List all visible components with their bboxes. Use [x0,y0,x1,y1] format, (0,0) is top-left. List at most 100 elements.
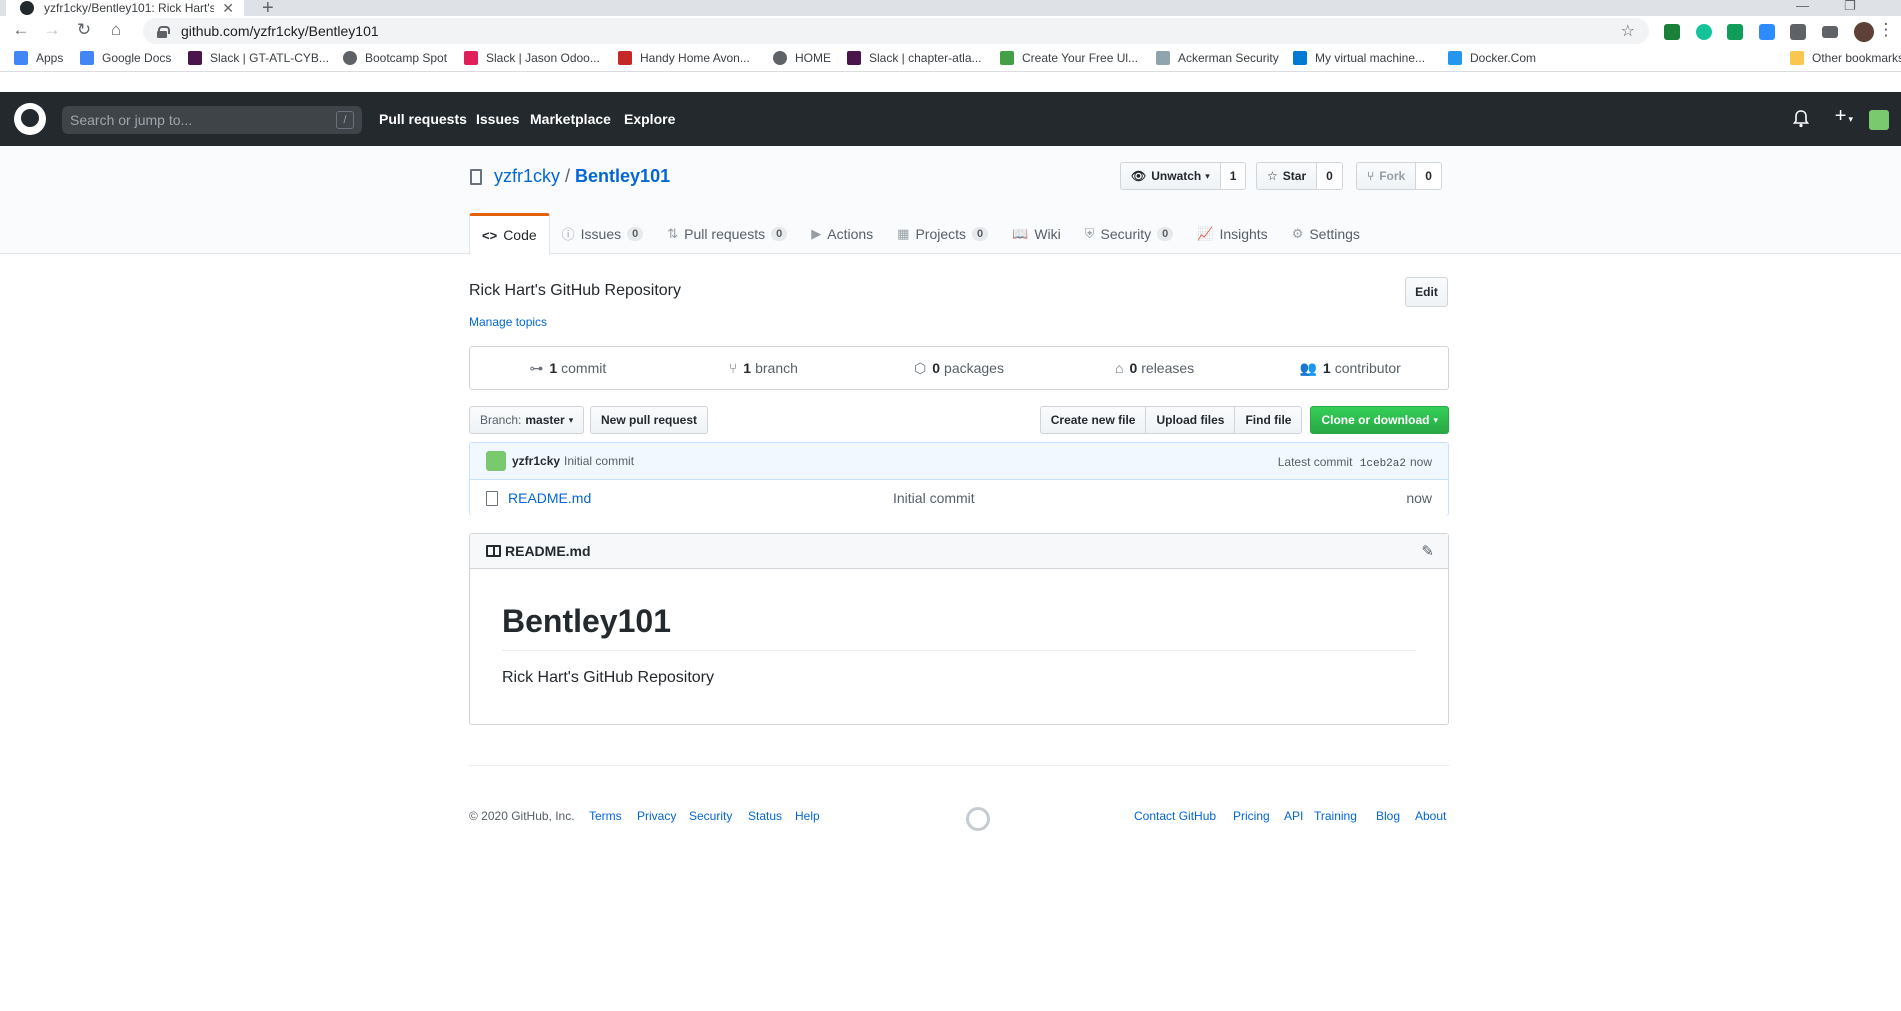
tab-security[interactable]: ⛨ Security 0 [1073,213,1185,254]
find-file-button[interactable]: Find file [1235,406,1303,434]
summary-releases[interactable]: ⌂ 0 releases [1057,347,1253,389]
media-queue-icon[interactable] [1822,26,1838,38]
bookmark-virtual-machine[interactable]: My virtual machine... [1293,51,1425,65]
bookmark-ackerman[interactable]: Ackerman Security [1156,51,1279,65]
address-bar[interactable]: github.com/yzfr1cky/Bentley101 ☆ [143,18,1649,44]
zoom-extension-icon[interactable] [1759,24,1775,40]
footer-link-contact[interactable]: Contact GitHub [1134,809,1216,823]
commit-author-avatar[interactable] [486,451,506,471]
footer-link-api[interactable]: API [1284,809,1303,823]
bookmark-star-icon[interactable]: ☆ [1621,21,1635,41]
minimize-icon[interactable]: — [1796,0,1809,13]
watch-count[interactable]: 1 [1220,162,1247,190]
footer-copyright: © 2020 GitHub, Inc. [469,809,575,823]
commit-author-link[interactable]: yzfr1cky [512,454,560,468]
footer-link-privacy[interactable]: Privacy [637,809,676,823]
repo-name-link[interactable]: Bentley101 [575,166,670,187]
bookmark-slack-gt[interactable]: Slack | GT-ATL-CYB... [188,51,329,65]
readme-heading: Bentley101 [502,603,1416,651]
fork-count[interactable]: 0 [1416,162,1442,190]
manage-topics-link[interactable]: Manage topics [469,315,547,329]
home-icon[interactable]: ⌂ [105,19,127,41]
commit-sha-link[interactable]: 1ceb2a2 [1360,458,1406,470]
commit-message-link[interactable]: Initial commit [564,454,634,468]
footer-link-status[interactable]: Status [748,809,782,823]
footer-link-help[interactable]: Help [795,809,820,823]
tab-close-icon[interactable]: ✕ [222,0,234,17]
github-logo-icon[interactable] [14,103,46,135]
footer-link-training[interactable]: Training [1314,809,1357,823]
bookmark-home[interactable]: HOME [773,51,831,65]
fork-icon: ⑂ [1367,169,1375,183]
tab-insights[interactable]: 📈 Insights [1185,213,1279,254]
summary-packages[interactable]: ⬡ 0 packages [861,347,1057,389]
grammarly-extension-icon[interactable] [1696,24,1712,40]
pencil-edit-icon[interactable]: ✎ [1421,542,1434,560]
nav-explore[interactable]: Explore [624,111,675,127]
fork-button[interactable]: ⑂ Fork [1356,162,1417,190]
tab-actions[interactable]: ▶ Actions [799,213,885,254]
gear-icon: ⚙ [1291,225,1304,241]
tab-wiki[interactable]: 📖 Wiki [1000,213,1073,254]
browser-menu-icon[interactable]: ⋮ [1878,19,1895,41]
sheets-extension-icon[interactable] [1727,24,1743,40]
file-name-link[interactable]: README.md [508,490,591,506]
profile-avatar[interactable] [1854,22,1874,42]
tab-issues[interactable]: ⓘ Issues 0 [550,213,656,254]
summary-contributors[interactable]: 👥 1 contributor [1252,347,1448,389]
check-extension-icon[interactable] [1664,24,1680,40]
bookmark-handy-home[interactable]: Handy Home Avon... [618,51,750,65]
bookmark-create-ui[interactable]: Create Your Free Ul... [1000,51,1138,65]
upload-files-button[interactable]: Upload files [1146,406,1236,434]
summary-commits[interactable]: ⊶ 1 commit [470,347,666,389]
forward-icon[interactable]: → [41,19,63,41]
github-footer-logo-icon[interactable] [966,807,990,831]
slash-shortcut: / [336,111,354,129]
tab-projects[interactable]: ▦ Projects 0 [885,213,1000,254]
bookmark-slack-chapter[interactable]: Slack | chapter-atla... [847,51,982,65]
footer-link-about[interactable]: About [1415,809,1446,823]
bookmark-label: Google Docs [102,51,172,65]
github-header: / Pull requests Issues Marketplace Explo… [0,92,1901,146]
footer-link-pricing[interactable]: Pricing [1233,809,1270,823]
reload-icon[interactable]: ↻ [73,19,95,41]
browser-tab[interactable]: yzfr1cky/Bentley101: Rick Hart's G ✕ [6,0,244,16]
branch-select-button[interactable]: Branch: master ▾ [469,406,585,434]
extensions-puzzle-icon[interactable] [1790,24,1806,40]
bookmark-apps[interactable]: Apps [14,51,63,65]
search-input[interactable] [70,112,330,128]
tab-code[interactable]: <> Code [469,213,550,255]
footer-link-blog[interactable]: Blog [1376,809,1400,823]
user-avatar[interactable] [1869,110,1889,130]
readme-paragraph: Rick Hart's GitHub Repository [502,669,714,686]
globe-icon [773,51,787,65]
create-new-plus-icon[interactable]: + ▾ [1835,105,1853,128]
file-commit-message[interactable]: Initial commit [893,490,975,506]
search-box[interactable]: / [62,106,362,134]
nav-issues[interactable]: Issues [476,111,520,127]
star-button[interactable]: ☆ Star [1256,162,1318,190]
shield-icon: ⛨ [1084,225,1095,241]
repo-owner-link[interactable]: yzfr1cky [494,166,560,187]
bookmark-bootcamp-spot[interactable]: Bootcamp Spot [343,51,447,65]
bookmark-other[interactable]: Other bookmarks [1790,51,1901,65]
bookmark-slack-jason[interactable]: Slack | Jason Odoo... [464,51,600,65]
star-count[interactable]: 0 [1317,162,1343,190]
new-pull-request-button[interactable]: New pull request [590,406,709,434]
back-icon[interactable]: ← [10,19,32,41]
clone-or-download-button[interactable]: Clone or download ▾ [1310,406,1449,434]
summary-branches[interactable]: ⑂ 1 branch [666,347,862,389]
edit-description-button[interactable]: Edit [1405,277,1448,307]
footer-link-terms[interactable]: Terms [589,809,622,823]
restore-icon[interactable]: ❐ [1844,0,1856,14]
tab-pull-requests[interactable]: ⇅ Pull requests 0 [655,213,799,254]
notifications-bell-icon[interactable] [1793,110,1809,128]
nav-marketplace[interactable]: Marketplace [530,111,611,127]
unwatch-button[interactable]: 👁 Unwatch ▾ [1120,162,1221,190]
nav-pull-requests[interactable]: Pull requests [379,111,467,127]
bookmark-docker[interactable]: Docker.Com [1448,51,1536,65]
create-new-file-button[interactable]: Create new file [1039,406,1147,434]
bookmark-google-docs[interactable]: Google Docs [80,51,171,65]
footer-link-security[interactable]: Security [689,809,732,823]
tab-settings[interactable]: ⚙ Settings [1280,213,1372,254]
